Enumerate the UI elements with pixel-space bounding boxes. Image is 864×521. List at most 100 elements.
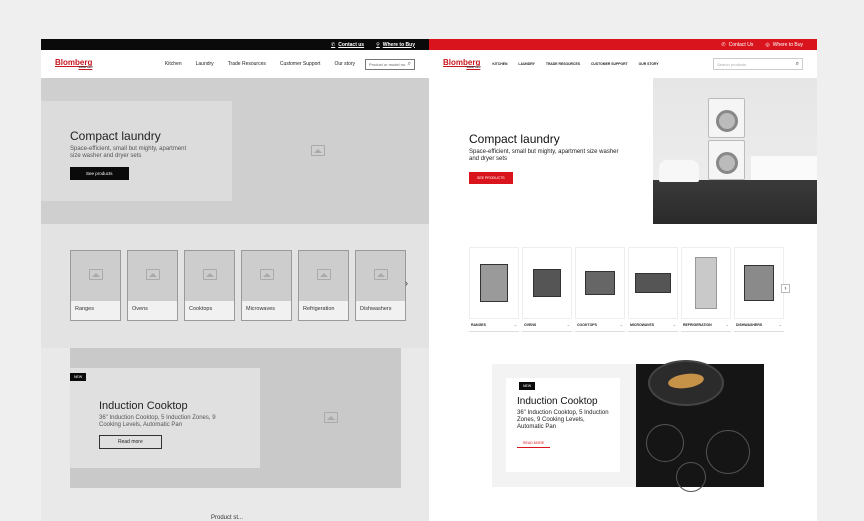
promo-title: Induction Cooktop (517, 396, 598, 407)
cooktop-icon (585, 271, 615, 295)
arrow-right-icon: → (725, 323, 730, 327)
nav-trade-resources[interactable]: Trade Resources (546, 62, 580, 66)
arrow-right-icon: → (513, 323, 518, 327)
category-carousel: Ranges → Ovens → Cooktops → Microwaves → Ref… (469, 247, 784, 332)
search-input[interactable]: Product or model no. ⌕ (365, 58, 415, 70)
nav-customer-support[interactable]: Customer Support (280, 61, 321, 67)
category-card-ranges[interactable]: Ranges (70, 250, 121, 321)
nav-our-story[interactable]: Our story (334, 61, 355, 67)
nav-laundry[interactable]: Laundry (196, 61, 214, 67)
bathtub-graphic (659, 160, 699, 182)
cooking-zone (706, 430, 750, 474)
category-label: Refrigeration (683, 323, 712, 327)
category-card-cooktops[interactable]: Cooktops → (575, 247, 625, 332)
carousel-next-button[interactable]: › (781, 284, 790, 293)
search-input[interactable]: Search products ⌕ (713, 58, 803, 70)
where-to-buy-link[interactable]: ⚲ Where to Buy (376, 42, 415, 48)
image-placeholder-icon (317, 269, 331, 280)
promo-card: NEW Induction Cooktop 36" Induction Cook… (506, 378, 620, 472)
category-card-microwaves[interactable]: Microwaves (241, 250, 292, 321)
category-label: Ranges (471, 323, 486, 327)
category-card-ovens[interactable]: Ovens → (522, 247, 572, 332)
category-label: Microwaves (246, 306, 276, 312)
category-section: Ranges Ovens Cooktops Microwaves Refrige… (41, 224, 429, 348)
contact-link[interactable]: ✆ Contact Us (721, 42, 753, 48)
category-card-refrigeration[interactable]: Refrigeration (298, 250, 349, 321)
hero-title: Compact laundry (70, 129, 161, 143)
nav-customer-support[interactable]: Customer Support (591, 62, 628, 66)
nav-kitchen[interactable]: Kitchen (492, 62, 507, 66)
image-placeholder-icon (89, 269, 103, 280)
image-placeholder-icon (311, 145, 325, 156)
contact-link[interactable]: ✆ Contact us (331, 42, 364, 48)
image-placeholder-icon (374, 269, 388, 280)
category-label: Refrigeration (303, 306, 335, 312)
read-more-button[interactable]: READ MORE (517, 439, 551, 448)
image-placeholder-icon (324, 412, 338, 423)
category-label: Dishwashers (736, 323, 763, 327)
chevron-right-icon[interactable]: › (405, 278, 408, 288)
hero-subtitle: Space-efficient, small but mighty, apart… (70, 146, 187, 159)
arrow-right-icon: → (672, 323, 677, 327)
brand-logo[interactable]: Blomberg SINCE 1883 (55, 59, 92, 70)
hero-title: Compact laundry (469, 132, 560, 146)
promo-title: Induction Cooktop (99, 400, 188, 412)
category-label: Microwaves (630, 323, 655, 327)
category-card-dishwashers[interactable]: Dishwashers → (734, 247, 784, 332)
promo-banner: NEW Induction Cooktop 36" Induction Cook… (70, 348, 401, 488)
see-products-button[interactable]: SEE PRODUCTS (469, 172, 513, 184)
pan-graphic (648, 360, 724, 406)
category-label: Ovens (524, 323, 537, 327)
see-products-button[interactable]: See products (70, 167, 129, 180)
washer-graphic (708, 140, 745, 180)
search-icon[interactable]: ⌕ (796, 61, 799, 68)
category-card-microwaves[interactable]: Microwaves → (628, 247, 678, 332)
hero-subtitle: Space-efficient, small but mighty, apart… (469, 149, 619, 162)
design-panel: ✆ Contact Us ◎ Where to Buy Blomberg SINC… (429, 39, 817, 521)
nav-kitchen[interactable]: Kitchen (165, 61, 182, 67)
promo-section: NEW Induction Cooktop 36" Induction Cook… (492, 360, 764, 492)
arrow-right-icon: → (619, 323, 624, 327)
brand-logo[interactable]: Blomberg SINCE 1883 (443, 59, 480, 70)
arrow-right-icon: → (778, 323, 783, 327)
induction-cooktop-image (636, 360, 764, 492)
category-label: Ranges (75, 306, 94, 312)
category-card-cooktops[interactable]: Cooktops (184, 250, 235, 321)
hero-card: Compact laundry Space-efficient, small b… (41, 101, 232, 201)
promo-text: 36" Induction Cooktop, 5 Induction Zones… (99, 415, 216, 428)
utility-bar: ✆ Contact us ⚲ Where to Buy (41, 39, 429, 50)
cooking-zone (646, 424, 684, 462)
category-card-ranges[interactable]: Ranges → (469, 247, 519, 332)
hero-section: Compact laundry Space-efficient, small b… (429, 78, 817, 224)
new-badge: NEW (70, 373, 87, 381)
refrigerator-icon (695, 257, 717, 309)
image-placeholder-icon (203, 269, 217, 280)
cooking-zone (676, 462, 706, 492)
dryer-graphic (708, 98, 745, 138)
promo-text: 36" Induction Cooktop, 5 Induction Zones… (517, 410, 609, 430)
category-card-refrigeration[interactable]: Refrigeration → (681, 247, 731, 332)
hero-laundry-image (653, 78, 817, 224)
image-placeholder-icon (146, 269, 160, 280)
category-label: Cooktops (577, 323, 597, 327)
category-card-dishwashers[interactable]: Dishwashers (355, 250, 406, 321)
oven-icon (533, 269, 561, 297)
search-icon[interactable]: ⌕ (408, 61, 411, 68)
category-label: Cooktops (189, 306, 213, 312)
nav-our-story[interactable]: Our Story (639, 62, 659, 66)
microwave-icon (635, 273, 671, 293)
main-nav: Blomberg SINCE 1883 Kitchen Laundry Trade… (429, 50, 817, 78)
promo-section: NEW Induction Cooktop 36" Induction Cook… (41, 348, 429, 521)
nav-laundry[interactable]: Laundry (518, 62, 534, 66)
nav-trade-resources[interactable]: Trade Resources (228, 61, 266, 67)
section-heading: Product st... (211, 515, 244, 521)
category-label: Dishwashers (360, 306, 392, 312)
wireframe-panel: ✆ Contact us ⚲ Where to Buy Blomberg SINC… (41, 39, 429, 521)
category-card-ovens[interactable]: Ovens (127, 250, 178, 321)
utility-bar: ✆ Contact Us ◎ Where to Buy (429, 39, 817, 50)
read-more-button[interactable]: Read more (99, 435, 162, 449)
where-to-buy-link[interactable]: ◎ Where to Buy (765, 42, 803, 48)
arrow-right-icon: → (566, 323, 571, 327)
hero-section: Compact laundry Space-efficient, small b… (41, 78, 429, 224)
category-label: Ovens (132, 306, 148, 312)
